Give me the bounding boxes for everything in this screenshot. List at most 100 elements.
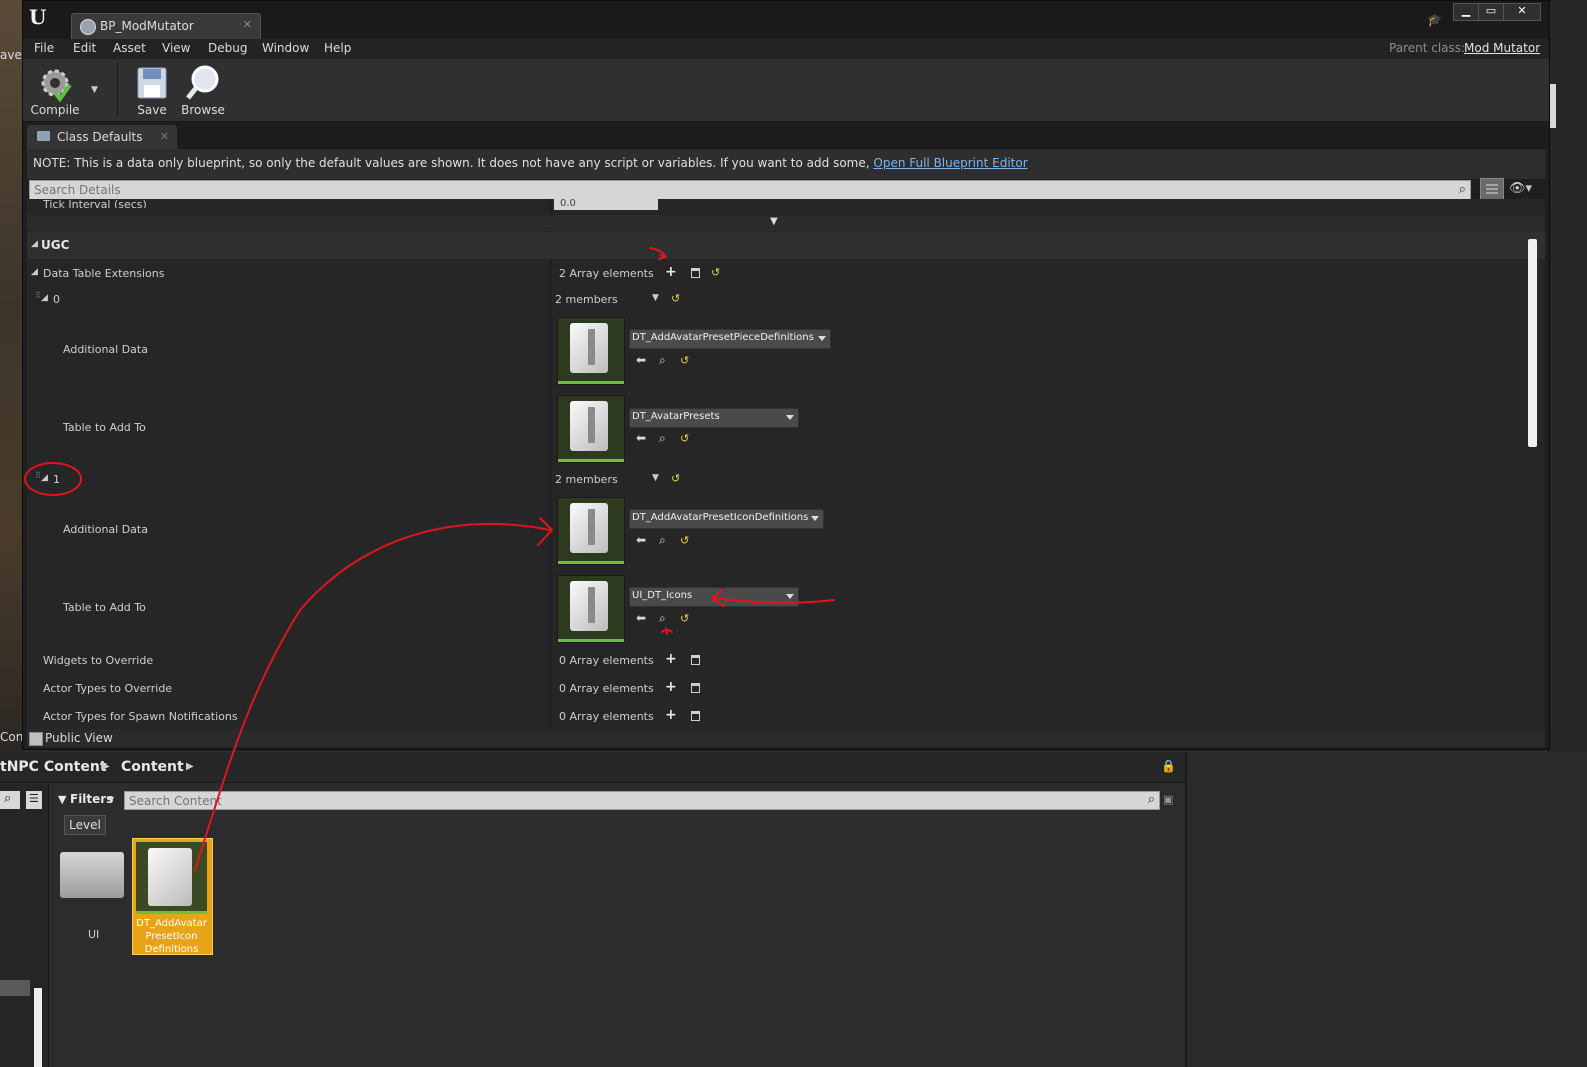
element-1-reset-icon[interactable]: ↺ bbox=[671, 472, 680, 485]
filters-button[interactable]: ▼ Filters ▼ bbox=[56, 791, 118, 809]
browse-to-asset-icon[interactable]: ⌕ bbox=[659, 533, 666, 548]
breadcrumb-item[interactable]: tNPC Content bbox=[0, 759, 107, 775]
element-1-collapse-icon[interactable]: ◢ bbox=[41, 473, 48, 483]
breadcrumb-arrow-icon[interactable]: ▶ bbox=[186, 761, 194, 772]
lock-icon[interactable]: 🔒 bbox=[1161, 759, 1176, 773]
minimize-button[interactable]: ▁ bbox=[1453, 3, 1479, 21]
asset-thumbnail[interactable] bbox=[557, 317, 625, 385]
use-selected-arrow-icon[interactable]: ⬅ bbox=[636, 431, 646, 445]
view-options-eye-icon[interactable]: 👁▾ bbox=[1509, 181, 1532, 196]
reset-icon[interactable]: ↺ bbox=[680, 534, 689, 547]
background-viewport bbox=[0, 0, 22, 760]
element-0-collapse-icon[interactable]: ◢ bbox=[41, 293, 48, 303]
element-1-options-chevron-icon[interactable]: ▼ bbox=[652, 473, 659, 483]
data-table-icon bbox=[148, 848, 192, 906]
empty-array-trash-icon[interactable] bbox=[691, 655, 700, 665]
browse-to-asset-icon[interactable]: ⌕ bbox=[659, 353, 666, 368]
element-1-additional-label: Additional Data bbox=[63, 523, 148, 536]
sources-selection[interactable] bbox=[0, 980, 30, 996]
folder-icon[interactable] bbox=[60, 852, 124, 898]
reset-icon[interactable]: ↺ bbox=[680, 612, 689, 625]
asset-label-line: PresetIcon bbox=[145, 931, 198, 942]
asset-thumbnail[interactable] bbox=[557, 575, 625, 643]
reset-icon[interactable]: ↺ bbox=[680, 354, 689, 367]
asset-picker-combo[interactable]: UI_DT_Icons bbox=[629, 587, 799, 607]
tick-interval-input[interactable]: 0.0 bbox=[554, 198, 658, 210]
class-defaults-tab[interactable]: Class Defaults ✕ bbox=[27, 125, 177, 149]
close-tab-icon[interactable]: ✕ bbox=[243, 18, 252, 31]
public-view-checkbox[interactable] bbox=[29, 732, 43, 746]
background-scrollbar[interactable] bbox=[1550, 84, 1556, 128]
public-view-label: Public View bbox=[45, 731, 113, 745]
use-selected-arrow-icon[interactable]: ⬅ bbox=[636, 611, 646, 625]
empty-array-trash-icon[interactable] bbox=[691, 268, 700, 278]
breadcrumb-item[interactable]: Content bbox=[121, 759, 184, 775]
advanced-expand-icon[interactable]: ▼ bbox=[770, 216, 778, 227]
menu-edit[interactable]: Edit bbox=[73, 41, 96, 55]
save-search-icon[interactable]: ▣ bbox=[1163, 793, 1173, 806]
empty-array-trash-icon[interactable] bbox=[691, 683, 700, 693]
close-window-button[interactable]: ✕ bbox=[1503, 3, 1541, 21]
close-panel-icon[interactable]: ✕ bbox=[160, 130, 169, 143]
use-selected-arrow-icon[interactable]: ⬅ bbox=[636, 353, 646, 367]
element-1-members: 2 members bbox=[555, 473, 618, 486]
search-content-input[interactable] bbox=[125, 792, 1159, 809]
reset-to-default-icon[interactable]: ↺ bbox=[711, 266, 720, 279]
compile-options-chevron-icon[interactable]: ▼ bbox=[91, 85, 98, 95]
menu-asset[interactable]: Asset bbox=[113, 41, 146, 55]
open-full-editor-link[interactable]: Open Full Blueprint Editor bbox=[873, 156, 1027, 170]
dte-collapse-icon[interactable]: ◢ bbox=[31, 267, 38, 277]
asset-thumbnail[interactable] bbox=[557, 395, 625, 463]
blueprint-window: U BP_ModMutator ✕ 🎓 ▁ ▭ ✕ File Edit Asse… bbox=[22, 0, 1550, 750]
content-browser-right-pane bbox=[1185, 752, 1587, 1067]
search-icon: ⌕ bbox=[1458, 182, 1466, 197]
category-ugc[interactable]: ◢ UGC bbox=[27, 232, 1545, 259]
browse-button[interactable]: Browse bbox=[177, 61, 229, 119]
graduation-cap-icon[interactable]: 🎓 bbox=[1427, 13, 1443, 27]
element-0-reset-icon[interactable]: ↺ bbox=[671, 292, 680, 305]
browse-to-asset-icon[interactable]: ⌕ bbox=[659, 611, 666, 626]
menu-window[interactable]: Window bbox=[262, 41, 309, 55]
parent-class-link[interactable]: Mod Mutator bbox=[1464, 41, 1540, 55]
browse-to-asset-icon[interactable]: ⌕ bbox=[659, 431, 666, 446]
menu-file[interactable]: File bbox=[34, 41, 54, 55]
add-element-plus-icon[interactable]: + bbox=[665, 707, 677, 723]
compile-button[interactable]: Compile bbox=[29, 61, 81, 119]
reset-icon[interactable]: ↺ bbox=[680, 432, 689, 445]
note-text: NOTE: This is a data only blueprint, so … bbox=[33, 156, 870, 170]
menu-help[interactable]: Help bbox=[324, 41, 351, 55]
use-selected-arrow-icon[interactable]: ⬅ bbox=[636, 533, 646, 547]
sources-scrollbar[interactable] bbox=[34, 988, 42, 1067]
sources-list-button[interactable]: ☰ bbox=[26, 791, 42, 809]
add-element-plus-icon[interactable]: + bbox=[665, 679, 677, 695]
asset-picker-combo[interactable]: DT_AddAvatarPresetPieceDefinitions bbox=[629, 329, 831, 349]
details-column-divider[interactable] bbox=[550, 199, 551, 729]
document-tab[interactable]: BP_ModMutator ✕ bbox=[71, 13, 261, 40]
add-element-plus-icon[interactable]: + bbox=[665, 651, 677, 667]
save-button[interactable]: Save bbox=[129, 61, 175, 119]
actor-types-spawn-label: Actor Types for Spawn Notifications bbox=[43, 710, 238, 723]
search-content-field[interactable]: ⌕ bbox=[124, 791, 1160, 810]
details-scrollbar-thumb[interactable] bbox=[1528, 239, 1537, 447]
save-label: Save bbox=[137, 103, 167, 117]
search-details-field[interactable]: ⌕ bbox=[29, 180, 1471, 200]
drag-handle-icon[interactable]: ⠿ bbox=[35, 471, 41, 480]
asset-picker-combo[interactable]: DT_AddAvatarPresetIconDefinitions bbox=[629, 509, 824, 529]
sources-search-button[interactable]: ⌕ bbox=[0, 791, 20, 809]
empty-array-trash-icon[interactable] bbox=[691, 711, 700, 721]
advanced-toggle-row[interactable] bbox=[27, 215, 1545, 231]
asset-label: DT_AddAvatar PresetIcon Definitions bbox=[134, 917, 209, 956]
list-view-icon bbox=[1486, 184, 1498, 194]
element-0-options-chevron-icon[interactable]: ▼ bbox=[652, 293, 659, 303]
search-details-input[interactable] bbox=[30, 181, 1470, 199]
drag-handle-icon[interactable]: ⠿ bbox=[35, 291, 41, 300]
asset-thumbnail[interactable] bbox=[557, 497, 625, 565]
menu-debug[interactable]: Debug bbox=[208, 41, 247, 55]
breadcrumb-arrow-icon[interactable]: ▶ bbox=[102, 761, 110, 772]
add-element-plus-icon[interactable]: + bbox=[665, 264, 677, 280]
filter-chip-level[interactable]: Level bbox=[64, 815, 106, 835]
menu-view[interactable]: View bbox=[162, 41, 190, 55]
maximize-button[interactable]: ▭ bbox=[1478, 3, 1504, 21]
asset-picker-combo[interactable]: DT_AvatarPresets bbox=[629, 408, 799, 428]
collapse-icon: ◢ bbox=[31, 239, 38, 249]
